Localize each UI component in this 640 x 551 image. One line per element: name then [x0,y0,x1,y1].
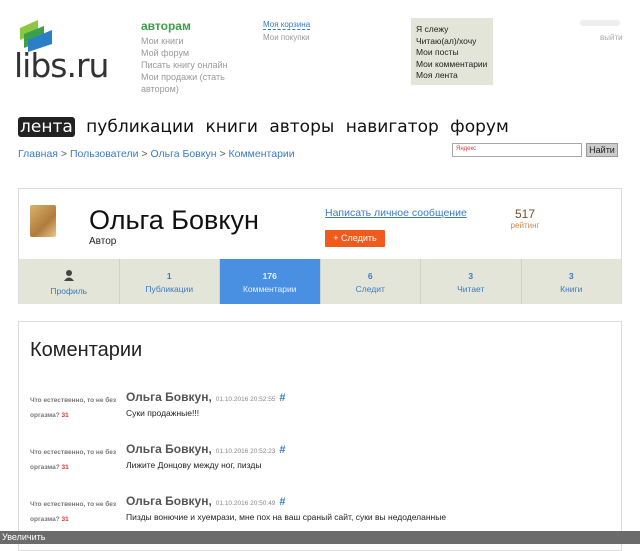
logout-link[interactable]: выйти [600,33,623,42]
nav-forum[interactable]: форум [450,117,509,137]
profile-role: Автор [89,236,117,247]
comment-permalink[interactable]: # [279,444,285,456]
cart-menu: Моя корзина Мои покупки [263,18,311,44]
comment-date: 01.10.2016 20:52:23 [215,448,276,455]
comment-text: Пизды вонючие и хуемрази, мне пох на ваш… [126,512,447,522]
tab-label: Комментарии [242,284,297,294]
breadcrumb-comments[interactable]: Комментарии [229,148,295,160]
follow-button[interactable]: + Следить [325,230,385,247]
comment-permalink[interactable]: # [279,392,285,404]
comment-permalink[interactable]: # [279,496,285,508]
user-icon [19,270,119,285]
comment-source[interactable]: Что естественно, то не без оргазма? 31 [30,393,120,423]
my-menu: Я слежу Читаю(ал)/хочу Мои посты Мои ком… [411,18,493,85]
tab-count: 3 [468,271,474,281]
avatar[interactable] [30,205,56,237]
breadcrumb-home[interactable]: Главная [18,148,58,160]
send-message-link[interactable]: Написать личное сообщение [325,207,467,219]
tab-count: 6 [367,271,373,281]
nav-publications[interactable]: публикации [86,117,194,137]
authors-menu-item[interactable]: Писать книгу онлайн [141,59,251,71]
authors-menu-item[interactable]: Мои книги [141,35,251,47]
cart-link[interactable]: Моя корзина [263,20,311,30]
search-input[interactable]: Яндекс [452,143,582,157]
nav-books[interactable]: книги [206,117,258,137]
tab-count: 1 [166,271,172,281]
tab-label: Профиль [50,286,88,296]
tab-count: 3 [568,271,574,281]
nav-feed[interactable]: лента [18,117,75,137]
my-menu-item[interactable]: Мои посты [416,47,488,59]
nav-navigator[interactable]: навигатор [346,117,439,137]
rating: 517 рейтинг [505,207,545,230]
logo[interactable]: libs.ru [14,18,114,93]
search-button[interactable]: Найти [586,143,618,157]
breadcrumb-users[interactable]: Пользователи [70,148,139,160]
comment-author[interactable]: Ольга Бовкун, [126,494,212,508]
comment-text: Суки продажные!!! [126,408,200,418]
my-menu-item[interactable]: Мои комментарии [416,59,488,71]
purchases-link[interactable]: Мои покупки [263,31,310,44]
authors-menu: авторам Мои книги Мой форум Писать книгу… [141,20,251,95]
tab-label: Книги [560,284,583,294]
my-menu-item[interactable]: Читаю(ал)/хочу [416,36,488,48]
comment-author[interactable]: Ольга Бовкун, [126,390,212,404]
zoom-bar[interactable]: Увеличить [0,531,640,544]
authors-menu-item[interactable]: Мои продажи (стать автором) [141,71,251,95]
profile-name: Ольга Бовкун [89,205,259,235]
profile-tabs: Профиль 1 Публикации 176 Комментарии 6 След… [19,259,621,304]
comment-author[interactable]: Ольга Бовкун, [126,442,212,456]
comment-date: 01.10.2016 20:52:55 [215,396,276,403]
comments-title: Коментарии [30,339,143,361]
my-menu-item[interactable]: Моя лента [416,70,488,82]
nav-authors[interactable]: авторы [269,117,334,137]
breadcrumb-user[interactable]: Ольга Бовкун [150,148,216,160]
authors-menu-item[interactable]: Мой форум [141,47,251,59]
breadcrumb: Главная > Пользователи > Ольга Бовкун > … [18,148,295,160]
rating-value: 517 [514,207,536,221]
comment-source[interactable]: Что естественно, то не без оргазма? 31 [30,445,120,475]
tab-books[interactable]: 3 Книги [522,259,622,304]
tab-label: Следит [355,284,385,294]
tab-comments[interactable]: 176 Комментарии [220,259,321,304]
tab-profile[interactable]: Профиль [19,259,120,304]
tab-following[interactable]: 6 Следит [321,259,421,304]
comment-date: 01.10.2016 20:50:49 [215,500,276,507]
comment-text: Лижите Донцову между ног, пизды [126,460,262,470]
tab-readers[interactable]: 3 Читает [421,259,522,304]
main-nav: лента публикации книги авторы навигатор … [18,117,515,137]
tab-label: Читает [457,284,485,294]
tab-label: Публикации [145,284,194,294]
username-blurred [580,20,620,26]
comment-source[interactable]: Что естественно, то не без оргазма? 31 [30,497,120,527]
tab-count: 176 [262,271,277,281]
authors-menu-title[interactable]: авторам [141,20,251,32]
rating-label: рейтинг [510,221,540,230]
tab-publications[interactable]: 1 Публикации [120,259,220,304]
my-menu-item[interactable]: Я слежу [416,24,488,36]
